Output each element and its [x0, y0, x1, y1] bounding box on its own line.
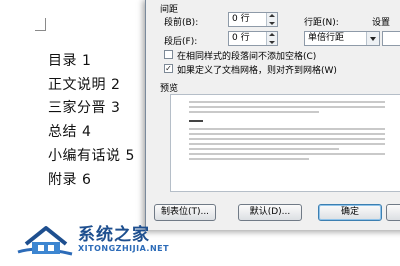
chevron-down-icon[interactable]: [366, 32, 379, 45]
paragraph-preview: [170, 94, 400, 192]
toc-item[interactable]: 附录 6: [48, 169, 91, 189]
arrow-up-icon[interactable]: [269, 14, 275, 17]
line-spacing-label: 行距(N):: [304, 18, 339, 28]
page-corner-mark: [35, 18, 46, 31]
space-after-label: 段后(F):: [164, 37, 198, 47]
no-space-same-style-label: 在相同样式的段落间不添加空格(C): [177, 52, 317, 62]
line-spacing-value: 单倍行距: [308, 33, 345, 43]
stepper-buttons[interactable]: [266, 32, 277, 45]
space-after-stepper[interactable]: 0 行: [228, 31, 278, 46]
preview-label: 预览: [160, 84, 179, 94]
toc-item[interactable]: 总结 4: [48, 121, 91, 141]
arrow-down-icon[interactable]: [269, 22, 275, 25]
setting-label: 设置: [372, 18, 391, 28]
paragraph-dialog: 间距 段前(B): 0 行 行距(N): 设置 段后(F): 0 行 单倍行距 …: [145, 0, 400, 230]
setting-value-field[interactable]: [382, 31, 400, 46]
space-after-value: 0 行: [232, 33, 250, 43]
snap-to-grid-label: 如果定义了文档网格，则对齐到网格(W): [177, 66, 337, 76]
stepper-buttons[interactable]: [266, 13, 277, 26]
watermark-title: 系统之家: [78, 225, 150, 245]
toc-item[interactable]: 三家分晋 3: [48, 97, 120, 117]
toc-item[interactable]: 目录 1: [48, 50, 91, 70]
arrow-up-icon[interactable]: [269, 33, 275, 36]
house-logo-icon: [17, 226, 73, 256]
snap-to-grid-checkbox[interactable]: ✓: [164, 64, 173, 73]
cancel-button[interactable]: [386, 204, 400, 221]
toc-item[interactable]: 小编有话说 5: [48, 145, 135, 165]
site-watermark: 系统之家 XITONGZHIJIA.NET: [16, 218, 186, 262]
watermark-url: XITONGZHIJIA.NET: [78, 244, 170, 253]
arrow-down-icon[interactable]: [269, 41, 275, 44]
space-before-stepper[interactable]: 0 行: [228, 12, 278, 27]
space-before-label: 段前(B):: [164, 18, 199, 28]
spacing-section-label: 间距: [160, 5, 179, 15]
default-button[interactable]: 默认(D)...: [238, 204, 302, 221]
space-before-value: 0 行: [232, 14, 250, 24]
line-spacing-select[interactable]: 单倍行距: [304, 31, 380, 46]
ok-button[interactable]: 确定: [318, 204, 382, 221]
toc-item[interactable]: 正文说明 2: [48, 74, 120, 94]
no-space-same-style-checkbox[interactable]: [164, 50, 173, 59]
